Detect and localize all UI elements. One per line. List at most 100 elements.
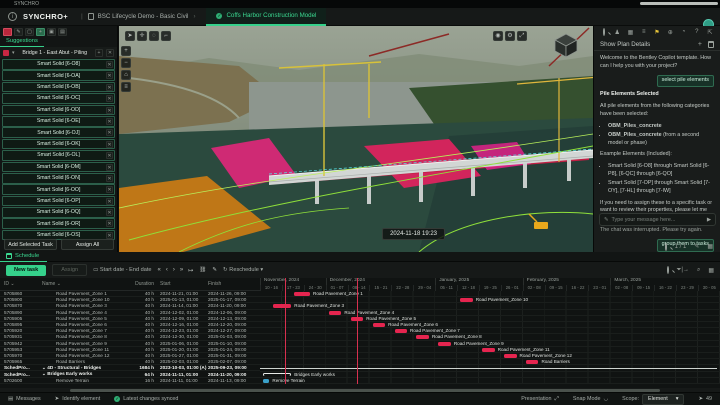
go-first-icon[interactable]: « — [158, 267, 161, 274]
remove-item-icon[interactable]: ✕ — [106, 61, 113, 68]
layers-icon[interactable]: ≡ — [121, 82, 131, 92]
flag-icon[interactable]: ⚑ — [653, 29, 661, 36]
group-color-swatch[interactable] — [3, 50, 9, 56]
list-item-smart-solid[interactable]: Smart Solid [6-OE]✕ — [2, 116, 115, 127]
breadcrumb[interactable]: BSC Lifecycle Demo - Basic Civil — [88, 13, 189, 20]
col-name[interactable]: Name ⌄ — [32, 281, 128, 287]
tab-model[interactable]: ✓ Coffs Harbor Construction Model — [206, 8, 326, 26]
color-swatch-icon[interactable] — [3, 28, 12, 36]
camera-icon[interactable]: ◉ — [493, 31, 503, 41]
tab-suggestions[interactable]: Suggestions — [0, 37, 44, 47]
bell-icon[interactable]: ◔ — [680, 29, 688, 36]
fullscreen-icon[interactable]: ⤢ — [517, 31, 527, 41]
help-icon[interactable]: ? — [693, 29, 701, 36]
col-start[interactable]: Start — [154, 281, 206, 287]
select-cursor-icon[interactable]: ➤ — [125, 31, 135, 41]
tab-schedule[interactable]: Schedule — [0, 252, 47, 262]
list-item-smart-solid[interactable]: Smart Solid [6-OR]✕ — [2, 218, 115, 229]
list-item-smart-solid[interactable]: Smart Solid [6-OM]✕ — [2, 162, 115, 173]
list-item-smart-solid[interactable]: Smart Solid [6-OK]✕ — [2, 139, 115, 150]
col-finish[interactable]: Finish — [206, 281, 258, 287]
image-icon[interactable]: ▦ — [627, 29, 635, 36]
list-item-smart-solid[interactable]: Smart Solid [6-OC]✕ — [2, 93, 115, 104]
list-item-smart-solid[interactable]: Smart Solid [6-OA]✕ — [2, 70, 115, 81]
gantt-bar[interactable] — [260, 368, 717, 370]
remove-item-icon[interactable]: ✕ — [106, 129, 113, 136]
list-item-smart-solid[interactable]: Smart Solid [6-OL]✕ — [2, 150, 115, 161]
list-item-smart-solid[interactable]: Smart Solid [6-OB]✕ — [2, 82, 115, 93]
gantt-area[interactable]: ID ⌄ Name ⌄ Duration Start Finish Novemb… — [0, 278, 720, 388]
link-tasks-icon[interactable]: ⛓ — [199, 267, 206, 273]
gantt-bar[interactable] — [526, 360, 539, 364]
assign-all-button[interactable]: Assign All — [61, 239, 114, 250]
filter-icon[interactable]: ⏷|→ — [677, 267, 689, 274]
remove-item-icon[interactable]: ✕ — [106, 84, 113, 91]
find-icon[interactable] — [667, 267, 669, 273]
gantt-bar[interactable] — [482, 348, 495, 352]
remove-item-icon[interactable]: ✕ — [106, 232, 113, 239]
remove-item-icon[interactable]: ✕ — [106, 175, 113, 182]
gantt-bar[interactable] — [438, 342, 451, 346]
settings-icon[interactable]: ⚙ — [505, 31, 515, 41]
chevron-down-icon[interactable]: ▾ — [12, 50, 15, 56]
add-group-icon[interactable]: + — [36, 28, 45, 36]
project-name[interactable]: BSC Lifecycle Demo - Basic Civil — [98, 13, 189, 20]
rectangle-select-icon[interactable]: ▢ — [25, 28, 34, 36]
assign-button[interactable]: Assign — [52, 264, 87, 276]
presentation-button[interactable]: Presentation⤢ — [521, 396, 559, 403]
gantt-bar[interactable] — [373, 323, 386, 327]
zoom-out-icon[interactable]: − — [121, 58, 131, 68]
trash-icon[interactable] — [708, 41, 714, 48]
pin-icon[interactable]: ⊕ — [666, 29, 674, 36]
goto-date-icon[interactable]: ↦ — [188, 267, 193, 274]
remove-item-icon[interactable]: ✕ — [106, 209, 113, 216]
gantt-bar[interactable] — [329, 311, 342, 315]
search-icon[interactable] — [600, 29, 608, 36]
close-icon[interactable]: ✕ — [106, 49, 114, 57]
list-item-smart-solid[interactable]: Smart Solid [6-OJ]✕ — [2, 127, 115, 138]
viewport-3d[interactable]: ➤ ✛ ◌ ⌐ + − ⌂ ≡ ◉ ⚙ ⤢ 2024-11-18 19:23 — [119, 26, 593, 252]
list-item-smart-solid[interactable]: Smart Solid [6-O8]✕ — [2, 59, 115, 70]
gantt-bar[interactable] — [294, 292, 310, 296]
col-duration[interactable]: Duration — [128, 281, 154, 287]
message-input[interactable]: ✎ Type your message here... ▶ — [599, 213, 716, 226]
gantt-bar[interactable] — [263, 373, 291, 376]
remove-item-icon[interactable]: ✕ — [106, 141, 113, 148]
zoom-search-icon[interactable] — [665, 244, 667, 250]
remove-item-icon[interactable]: ✕ — [106, 152, 113, 159]
remove-item-icon[interactable]: ✕ — [106, 95, 113, 102]
table-row[interactable]: 5702600Remove Terrain16 h2024-11-11, 01:… — [0, 378, 260, 384]
home-view-icon[interactable]: ⌂ — [121, 70, 131, 80]
list-item-smart-solid[interactable]: Smart Solid [6-OQ]✕ — [2, 207, 115, 218]
app-logo[interactable]: SYNCHRO+ — [23, 12, 68, 21]
table-settings-icon[interactable]: ▦ — [708, 267, 714, 274]
suggestion-group-header[interactable]: ▾ Bridge 1 - East Abut - Piling + ✕ — [0, 47, 117, 58]
list-item-smart-solid[interactable]: Smart Solid [6-ON]✕ — [2, 173, 115, 184]
grid-icon[interactable]: ▦ — [707, 243, 713, 250]
gantt-bar[interactable] — [273, 304, 292, 308]
gantt-bar[interactable] — [395, 329, 408, 333]
remove-item-icon[interactable]: ✕ — [106, 198, 113, 205]
pan-hand-icon[interactable]: ✛ — [137, 31, 147, 41]
col-id[interactable]: ID ⌄ — [0, 281, 32, 287]
add-selected-task-button[interactable]: Add Selected Task — [4, 239, 57, 250]
view-cube[interactable] — [553, 32, 579, 58]
list-icon[interactable]: ≡ — [640, 29, 648, 36]
gantt-bar[interactable] — [460, 298, 473, 302]
measure-icon[interactable]: ⌐ — [161, 31, 171, 41]
list-item-smart-solid[interactable]: Smart Solid [6-OP]✕ — [2, 196, 115, 207]
remove-item-icon[interactable]: ✕ — [106, 118, 113, 125]
remove-item-icon[interactable]: ✕ — [106, 72, 113, 79]
zoom-fit-icon[interactable]: ⌕ — [697, 267, 700, 274]
gantt-bar[interactable] — [263, 379, 269, 383]
gantt-bar[interactable] — [504, 354, 517, 358]
paint-icon[interactable]: ✎ — [212, 267, 217, 273]
messages-button[interactable]: ▤Messages — [8, 396, 41, 402]
new-task-button[interactable]: New task — [6, 265, 46, 276]
remove-item-icon[interactable]: ✕ — [106, 107, 113, 114]
go-last-icon[interactable]: » — [180, 267, 183, 274]
go-prev-icon[interactable]: ‹ — [166, 267, 168, 274]
add-icon[interactable]: + — [95, 49, 103, 57]
gantt-bar[interactable] — [416, 335, 429, 339]
scope-dropdown[interactable]: Element▾ — [642, 394, 685, 405]
